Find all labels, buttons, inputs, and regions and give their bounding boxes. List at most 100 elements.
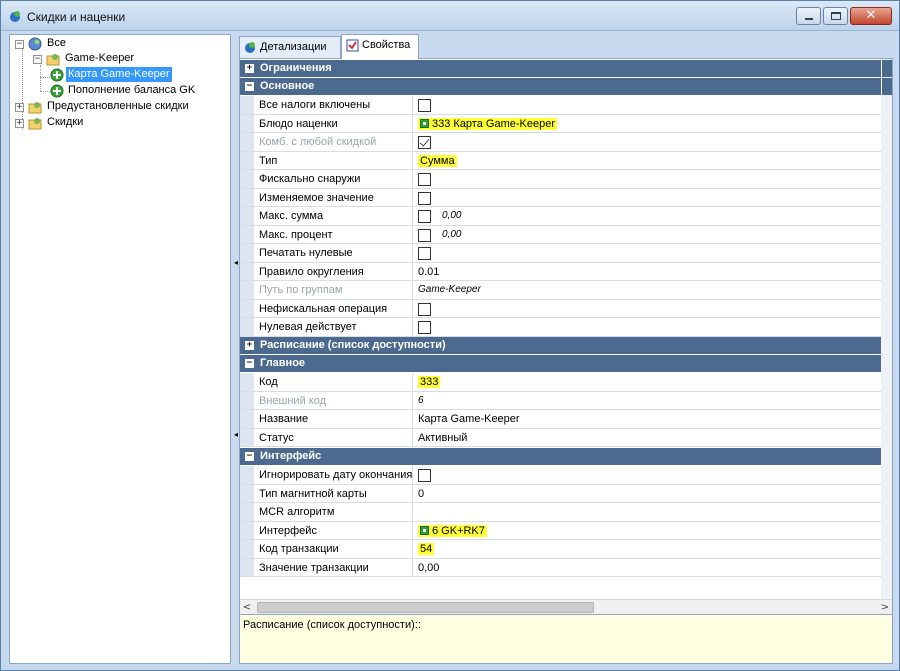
property-row[interactable]: Блюдо наценки 333 Карта Game-Keeper (240, 114, 881, 133)
tree-node-root[interactable]: − Все (13, 36, 213, 52)
scroll-right-icon[interactable]: > (878, 600, 892, 614)
property-value[interactable] (418, 189, 878, 207)
collapse-toggle[interactable]: − (33, 55, 42, 64)
mag-card-type-value[interactable]: 0 (418, 485, 878, 503)
vertical-scrollbar[interactable] (881, 59, 892, 599)
property-row[interactable]: Код транзакции 54 (240, 540, 881, 559)
property-row[interactable]: MCR алгоритм (240, 503, 881, 522)
tree-node-game-keeper[interactable]: − Game-Keeper (31, 51, 221, 67)
property-row[interactable]: Нулевая действует (240, 318, 881, 337)
property-row[interactable]: Макс. процент 0,00 (240, 225, 881, 244)
ignore-end-date-checkbox[interactable] (418, 469, 431, 482)
interface-icon (420, 525, 429, 535)
property-row[interactable]: Интерфейс 6 GK+RK7 (240, 521, 881, 540)
property-row[interactable]: Комб. с любой скидкой (240, 133, 881, 152)
property-value[interactable] (418, 300, 878, 318)
max-sum-value: 0,00 (442, 210, 462, 221)
nonfiscal-checkbox[interactable] (418, 302, 431, 316)
scroll-left-icon[interactable]: < (240, 600, 254, 614)
property-row[interactable]: Путь по группам Game-Keeper (240, 281, 881, 300)
row-gutter (240, 207, 254, 225)
minimize-button[interactable] (796, 7, 821, 25)
close-button[interactable]: ✕ (850, 7, 892, 25)
collapse-toggle[interactable]: − (245, 82, 254, 91)
category-interface[interactable]: − Интерфейс (240, 448, 881, 465)
print-zero-checkbox[interactable] (418, 247, 431, 260)
property-row[interactable]: Игнорировать дату окончания (240, 466, 881, 485)
category-schedule[interactable]: + Расписание (список доступности) (240, 337, 881, 354)
property-value[interactable] (418, 133, 878, 151)
expand-toggle[interactable]: + (15, 119, 24, 128)
transaction-value[interactable]: 0,00 (418, 559, 878, 577)
property-value[interactable]: 0,00 (418, 226, 878, 244)
category-basic[interactable]: − Основное (240, 78, 881, 95)
combine-checkbox[interactable] (418, 136, 431, 149)
expand-toggle[interactable]: + (245, 341, 254, 350)
tree-panel[interactable]: − Все − Game-Keeper Карта Game-Keeper По… (9, 34, 231, 664)
property-value[interactable]: 333 (418, 373, 878, 391)
zero-active-checkbox[interactable] (418, 321, 431, 334)
property-name: Блюдо наценки (259, 114, 413, 132)
category-limits[interactable]: + Ограничения (240, 60, 881, 77)
max-sum-checkbox[interactable] (418, 210, 431, 223)
expand-toggle[interactable]: + (15, 103, 24, 112)
property-row[interactable]: Название Карта Game-Keeper (240, 410, 881, 429)
external-code-value: 6 (418, 394, 424, 406)
tree-node-discounts[interactable]: + Скидки (13, 115, 213, 131)
title-bar[interactable]: Скидки и наценки ✕ (1, 1, 899, 31)
collapse-toggle[interactable]: − (15, 40, 24, 49)
property-value[interactable]: 333 Карта Game-Keeper (418, 115, 878, 133)
property-value[interactable]: Сумма (418, 152, 878, 170)
tree-node-card[interactable]: Карта Game-Keeper (50, 67, 200, 83)
category-main[interactable]: − Главное (240, 355, 881, 372)
status-value[interactable]: Активный (418, 429, 878, 447)
expand-toggle[interactable]: + (245, 64, 254, 73)
name-value[interactable]: Карта Game-Keeper (418, 410, 878, 428)
row-gutter (240, 170, 254, 188)
scroll-segment[interactable] (881, 60, 892, 77)
collapse-toggle[interactable]: − (245, 452, 254, 461)
property-name: Нефискальная операция (259, 299, 413, 317)
property-row[interactable]: Статус Активный (240, 428, 881, 447)
taxes-included-checkbox[interactable] (418, 99, 431, 112)
tab-details[interactable]: Детализации (239, 36, 341, 58)
fiscal-outside-checkbox[interactable] (418, 173, 431, 186)
property-row[interactable]: Все налоги включены (240, 96, 881, 115)
horizontal-scrollbar[interactable]: < > (240, 599, 892, 614)
property-row[interactable]: Изменяемое значение (240, 188, 881, 207)
tab-properties[interactable]: Свойства (341, 34, 419, 59)
property-row[interactable]: Код 333 (240, 373, 881, 392)
collapse-toggle[interactable]: − (245, 359, 254, 368)
property-row[interactable]: Внешний код 6 (240, 391, 881, 410)
rounding-value[interactable]: 0.01 (418, 263, 878, 281)
property-value[interactable] (418, 96, 878, 114)
property-value[interactable]: 54 (418, 540, 878, 558)
property-row[interactable]: Правило округления 0.01 (240, 262, 881, 281)
property-value[interactable]: 0,00 (418, 207, 878, 225)
property-row[interactable]: Печатать нулевые (240, 244, 881, 263)
property-row[interactable]: Тип магнитной карты 0 (240, 484, 881, 503)
maximize-button[interactable] (823, 7, 848, 25)
scroll-segment[interactable] (881, 78, 892, 95)
property-value[interactable] (418, 170, 878, 188)
property-row[interactable]: Нефискальная операция (240, 299, 881, 318)
category-label: Расписание (список доступности) (260, 339, 446, 351)
tree-node-preset[interactable]: + Предустановленные скидки (13, 99, 231, 115)
mcr-algorithm-value[interactable] (418, 503, 878, 521)
property-name: Нулевая действует (259, 318, 413, 336)
property-value[interactable] (418, 318, 878, 336)
property-row[interactable]: Фискально снаружи (240, 170, 881, 189)
property-name: Внешний код (259, 391, 413, 409)
tree-node-balance[interactable]: Пополнение баланса GK (50, 83, 230, 99)
property-value[interactable]: 6 GK+RK7 (418, 522, 878, 540)
property-value[interactable] (418, 244, 878, 262)
property-row[interactable]: Тип Сумма (240, 151, 881, 170)
property-row[interactable]: Значение транзакции 0,00 (240, 558, 881, 577)
max-percent-checkbox[interactable] (418, 228, 431, 242)
folder-world-icon (28, 37, 42, 51)
scroll-thumb[interactable] (257, 602, 594, 613)
property-grid[interactable]: + Ограничения − Основное Все налоги вклю… (239, 58, 893, 615)
property-value[interactable] (418, 466, 878, 484)
property-row[interactable]: Макс. сумма 0,00 (240, 207, 881, 226)
editable-value-checkbox[interactable] (418, 191, 431, 205)
